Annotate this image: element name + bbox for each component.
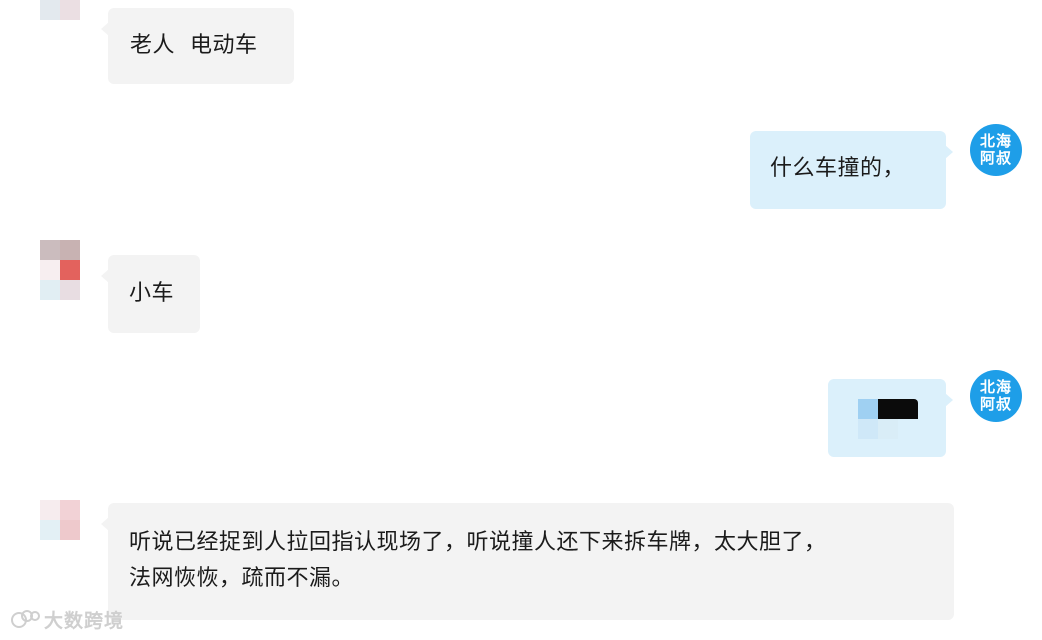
self-avatar[interactable]: 北海 阿叔 xyxy=(970,370,1022,422)
other-avatar[interactable] xyxy=(40,500,80,540)
other-avatar[interactable] xyxy=(40,0,80,40)
avatar-label-line1: 北海 xyxy=(979,132,1012,150)
message-bubble-incoming[interactable]: 小车 xyxy=(101,255,200,333)
message-bubble-outgoing[interactable]: 什么车撞的， xyxy=(750,131,953,209)
bubble-tail xyxy=(101,269,109,283)
bubble-tail xyxy=(101,22,109,36)
other-avatar[interactable] xyxy=(40,240,80,300)
message-text-line: 法网恢恢，疏而不漏。 xyxy=(129,566,355,591)
watermark-logo-icon xyxy=(10,608,40,632)
avatar-label-line2: 阿叔 xyxy=(979,149,1012,167)
watermark: 大数跨境 xyxy=(10,606,124,633)
message-bubble-outgoing[interactable] xyxy=(828,379,953,457)
avatar-label-line2: 阿叔 xyxy=(979,395,1012,413)
sticker-image xyxy=(858,399,920,441)
message-text: 什么车撞的， xyxy=(770,156,906,181)
watermark-text: 大数跨境 xyxy=(44,610,125,632)
self-avatar[interactable]: 北海 阿叔 xyxy=(970,124,1022,176)
bubble-tail xyxy=(945,145,953,159)
message-bubble-incoming[interactable]: 听说已经捉到人拉回指认现场了，听说撞人还下来拆车牌，太大胆了， 法网恢恢，疏而不… xyxy=(101,503,954,620)
message-text: 小车 xyxy=(129,281,175,306)
bubble-tail xyxy=(101,517,109,531)
message-text-line: 听说已经捉到人拉回指认现场了，听说撞人还下来拆车牌，太大胆了， xyxy=(129,530,827,555)
bubble-tail xyxy=(945,393,953,407)
message-text: 老人 电动车 xyxy=(130,33,258,58)
avatar-label-line1: 北海 xyxy=(979,378,1012,396)
message-bubble-incoming[interactable]: 老人 电动车 xyxy=(101,8,294,84)
